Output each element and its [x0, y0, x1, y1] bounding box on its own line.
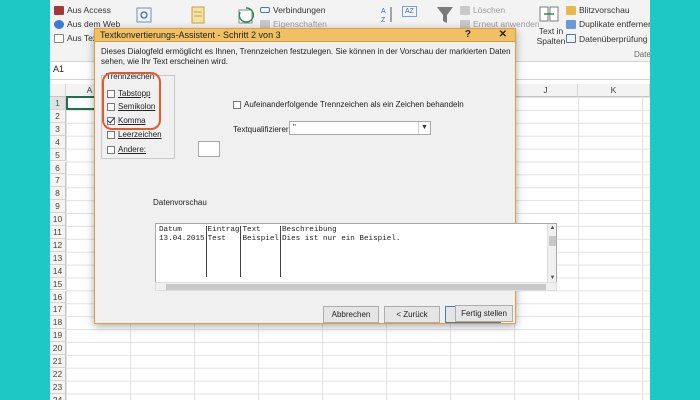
checkbox-other[interactable]: Andere: — [107, 145, 146, 154]
preview-cell: Datum — [158, 226, 207, 235]
row-header[interactable]: 22 — [50, 367, 66, 381]
row-header[interactable]: 10 — [50, 213, 66, 226]
preview-cell — [158, 244, 207, 277]
select-all-corner[interactable] — [50, 84, 66, 97]
sort-ascending-icon[interactable]: A Z — [380, 4, 394, 26]
checkbox-space[interactable]: Leerzeichen — [107, 130, 162, 139]
remove-duplicates-button[interactable]: Duplikate entfernen — [566, 19, 650, 29]
from-text-button[interactable]: Aus Text — [54, 33, 99, 43]
svg-text:Z: Z — [381, 17, 386, 24]
cancel-button[interactable]: Abbrechen — [323, 306, 379, 323]
row-header[interactable]: 5 — [50, 148, 66, 162]
row-header[interactable]: 14 — [50, 264, 66, 278]
table-row: 13.04.2015 Test Beispiel Dies ist nur ei… — [158, 235, 401, 244]
filter-icon[interactable] — [435, 4, 455, 26]
preview-cell: Eintrag — [206, 226, 242, 235]
row-header[interactable]: 21 — [50, 355, 66, 368]
text-to-columns-icon[interactable] — [538, 4, 560, 24]
preview-cell: Test — [206, 235, 242, 244]
text-to-columns-button[interactable]: Text in Spalten — [536, 26, 566, 46]
column-header[interactable]: J — [514, 84, 578, 97]
dialog-title: Textkonvertierungs-Assistent - Schritt 2… — [100, 30, 281, 40]
preview-vertical-scrollbar[interactable]: ▲ ▼ — [547, 224, 556, 282]
access-icon — [54, 5, 64, 15]
existing-connections-icon[interactable] — [134, 4, 154, 26]
close-button[interactable]: ✕ — [499, 29, 507, 40]
row-header[interactable]: 18 — [50, 316, 66, 330]
checkbox-box[interactable] — [107, 130, 115, 139]
row-header[interactable]: 17 — [50, 303, 66, 317]
preview-cell: Beschreibung — [281, 226, 337, 234]
chevron-down-icon[interactable]: ▼ — [418, 122, 430, 134]
sort-button[interactable]: AZ — [402, 6, 417, 17]
from-access-button[interactable]: Aus Access — [54, 5, 111, 15]
preview-table: Datum Eintrag Text Beschreibung 13.04.20… — [158, 226, 401, 277]
flash-fill-icon — [566, 5, 576, 15]
row-header[interactable]: 2 — [50, 109, 66, 123]
scroll-down-icon[interactable]: ▼ — [548, 275, 557, 281]
clear-icon — [460, 5, 470, 15]
remove-duplicates-icon — [566, 19, 576, 29]
row-header[interactable]: 12 — [50, 238, 66, 252]
excel-window: Aus Access Aus dem Web Aus Text Verbindu… — [50, 0, 650, 400]
other-delimiter-input[interactable] — [198, 141, 220, 157]
dialog-titlebar[interactable]: Textkonvertierungs-Assistent - Schritt 2… — [95, 29, 515, 42]
data-tools-group-label: Daten — [634, 50, 650, 59]
dialog-description: Dieses Dialogfeld ermöglicht es Ihnen, T… — [101, 47, 511, 66]
scroll-up-icon[interactable]: ▲ — [548, 225, 557, 231]
text-qualifier-select[interactable]: " ▼ — [289, 121, 431, 135]
text-qualifier-label: Textqualifizierer: — [233, 125, 291, 134]
row-header[interactable]: 13 — [50, 251, 66, 265]
preview-cell: Text — [240, 226, 281, 235]
table-row — [158, 244, 401, 277]
data-preview-legend: Datenvorschau — [153, 198, 207, 207]
row-header[interactable]: 11 — [50, 226, 66, 239]
comma-highlight-annotation — [102, 72, 161, 130]
scroll-thumb[interactable] — [166, 284, 546, 290]
refresh-all-icon[interactable] — [236, 4, 258, 26]
table-row: Datum Eintrag Text Beschreibung — [158, 226, 401, 235]
checkbox-consecutive-delimiters[interactable]: Aufeinanderfolgende Trennzeichen als ein… — [233, 100, 464, 109]
preview-cell: Beispiel — [240, 235, 281, 244]
data-preview-box: Datum Eintrag Text Beschreibung 13.04.20… — [155, 223, 557, 283]
name-box[interactable]: A1 — [50, 64, 96, 78]
data-validation-icon — [566, 34, 576, 43]
column-header[interactable]: K — [578, 84, 650, 97]
row-header[interactable]: 20 — [50, 342, 66, 355]
data-validation-button[interactable]: Datenüberprüfung ⌄ — [566, 33, 650, 44]
checkbox-box[interactable] — [107, 145, 115, 154]
row-header[interactable]: 9 — [50, 200, 66, 214]
web-icon — [54, 19, 64, 29]
finish-button[interactable]: Fertig stellen — [455, 305, 513, 322]
row-header[interactable]: 1 — [50, 97, 66, 110]
row-header[interactable]: 15 — [50, 277, 66, 291]
row-header[interactable]: 24 — [50, 393, 66, 400]
connections-button[interactable]: Verbindungen — [260, 5, 325, 15]
row-header[interactable]: 23 — [50, 380, 66, 394]
text-file-icon — [54, 33, 64, 43]
text-import-wizard-dialog: Textkonvertierungs-Assistent - Schritt 2… — [94, 28, 557, 324]
connections-icon — [260, 7, 270, 13]
preview-cell — [280, 244, 401, 277]
flash-fill-button[interactable]: Blitzvorschau — [566, 5, 630, 15]
preview-cell — [206, 244, 242, 277]
row-header[interactable]: 7 — [50, 174, 66, 188]
preview-cell: Dies ist nur ein Beispiel. — [281, 235, 401, 243]
checkbox-box[interactable] — [233, 100, 241, 109]
help-button[interactable]: ? — [465, 29, 471, 40]
new-query-icon[interactable] — [188, 4, 208, 26]
row-header[interactable]: 4 — [50, 135, 66, 149]
row-header[interactable]: 19 — [50, 329, 66, 343]
back-button[interactable]: < Zurück — [384, 306, 440, 323]
preview-horizontal-scrollbar[interactable] — [155, 282, 557, 291]
row-header[interactable]: 16 — [50, 290, 66, 304]
row-header[interactable]: 6 — [50, 161, 66, 175]
row-header[interactable]: 8 — [50, 187, 66, 201]
clear-filter-button[interactable]: Löschen — [460, 5, 505, 15]
preview-cell: 13.04.2015 — [158, 235, 207, 244]
preview-cell — [240, 244, 281, 277]
scroll-thumb[interactable] — [549, 236, 556, 246]
row-header[interactable]: 3 — [50, 122, 66, 136]
svg-text:A: A — [381, 8, 386, 15]
